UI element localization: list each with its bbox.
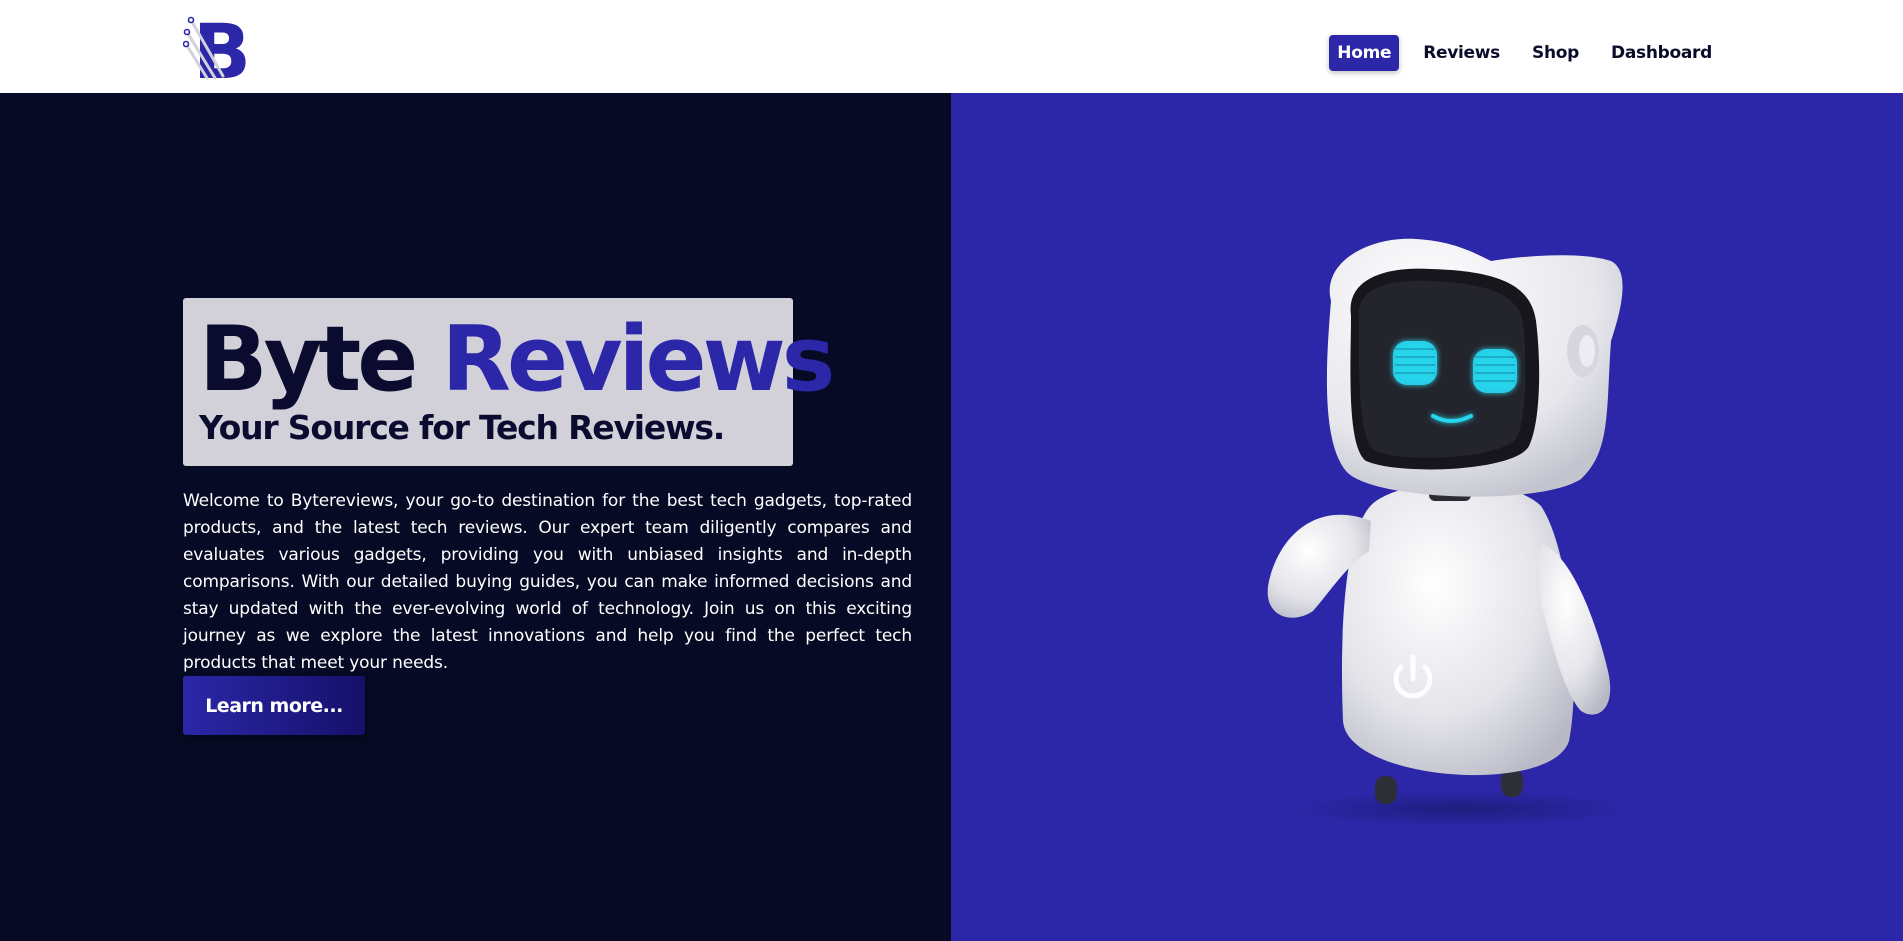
- nav-home[interactable]: Home: [1329, 35, 1400, 71]
- hero-title-box: Byte Reviews Your Source for Tech Review…: [183, 298, 835, 466]
- nav-dashboard[interactable]: Dashboard: [1603, 35, 1720, 71]
- nav-shop[interactable]: Shop: [1524, 35, 1587, 71]
- hero-image-panel: [951, 93, 1903, 941]
- main-nav: Home Reviews Shop Dashboard: [1329, 35, 1720, 71]
- robot-illustration: [1251, 221, 1651, 831]
- nav-reviews[interactable]: Reviews: [1415, 35, 1508, 71]
- site-header: B Home Reviews Shop Dashboard: [0, 0, 1903, 96]
- hero-intro-text: Welcome to Bytereviews, your go-to desti…: [183, 491, 912, 673]
- logo-icon[interactable]: B: [182, 7, 255, 96]
- hero-title: Byte Reviews: [199, 307, 836, 412]
- hero-title-byte: Byte: [199, 307, 418, 412]
- hero-title-reviews: Reviews: [441, 307, 836, 412]
- hero-subtitle: Your Source for Tech Reviews.: [199, 408, 725, 447]
- learn-more-button[interactable]: Learn more...: [183, 676, 365, 735]
